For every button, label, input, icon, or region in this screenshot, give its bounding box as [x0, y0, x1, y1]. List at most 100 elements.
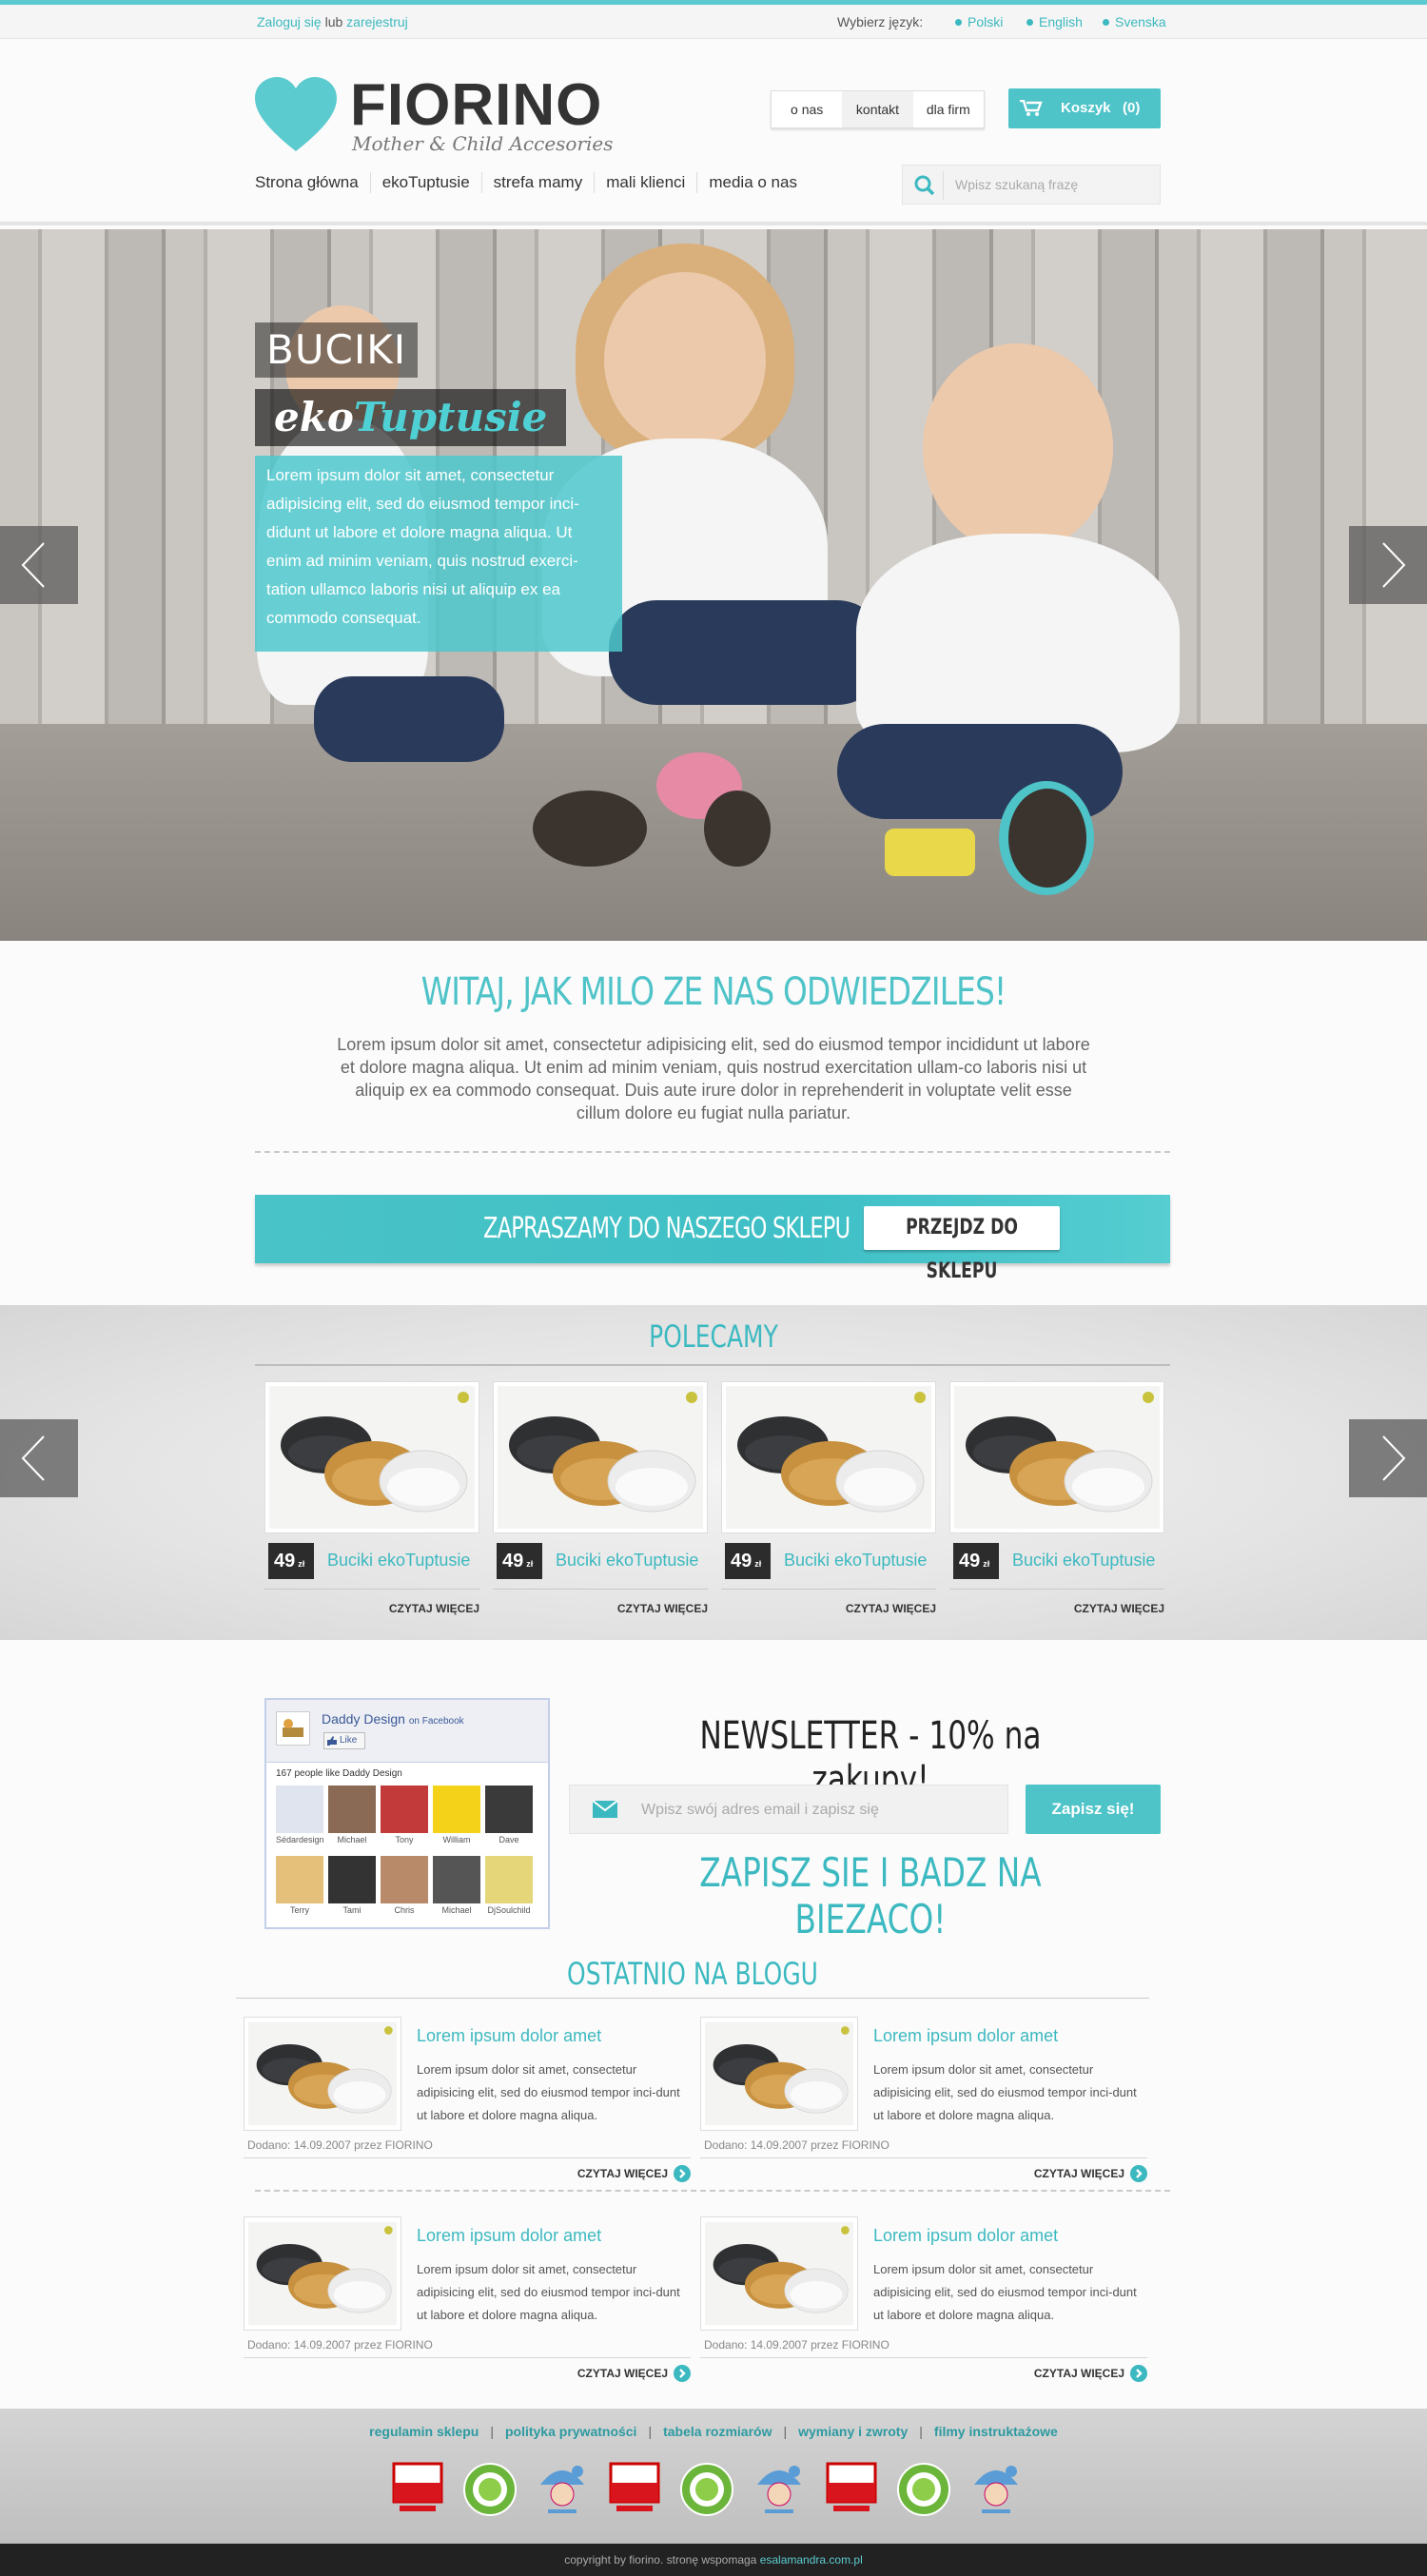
fan-avatar[interactable] — [485, 1856, 533, 1903]
products-next-arrow[interactable] — [1349, 1419, 1427, 1497]
product-image[interactable] — [721, 1381, 936, 1533]
link-kontakt[interactable]: kontakt — [842, 91, 913, 127]
product-name[interactable]: Buciki ekoTuptusie — [784, 1551, 927, 1571]
eco-certificate-badge-icon[interactable] — [462, 2462, 518, 2517]
search-divider — [943, 171, 944, 200]
blog-post-divider — [700, 2157, 1147, 2158]
shoes-image — [498, 1386, 703, 1529]
nav-media-o-nas[interactable]: media o nas — [696, 172, 809, 193]
go-to-shop-button[interactable]: PRZEJDZ DO SKLEPU — [864, 1206, 1060, 1283]
fan-avatar[interactable] — [381, 1786, 428, 1833]
hero-next-arrow[interactable] — [1349, 526, 1427, 604]
blog-post-title[interactable]: Lorem ipsum dolor amet — [417, 2226, 601, 2246]
read-more-link[interactable]: CZYTAJ WIĘCEJ — [846, 1602, 936, 1615]
blog-post-title[interactable]: Lorem ipsum dolor amet — [873, 2226, 1058, 2246]
nav-mali-klienci[interactable]: mali klienci — [594, 172, 696, 193]
nav-strefa-mamy[interactable]: strefa mamy — [480, 172, 595, 193]
facebook-fan[interactable]: William — [433, 1786, 480, 1844]
facebook-page-name[interactable]: Daddy Design on Facebook — [322, 1711, 464, 1727]
products-prev-arrow[interactable] — [0, 1419, 78, 1497]
facebook-fan[interactable]: Tami — [328, 1856, 376, 1915]
search-icon[interactable] — [914, 175, 935, 196]
nav-strona-glowna[interactable]: Strona główna — [255, 172, 370, 193]
safe-for-child-badge-icon[interactable] — [535, 2462, 590, 2517]
teraz-polska-badge-icon[interactable] — [607, 2462, 662, 2517]
newsletter-email-input[interactable]: Wpisz swój adres email i zapisz się — [569, 1785, 1008, 1834]
blog-post-image[interactable] — [700, 2216, 858, 2331]
footer-link-filmy[interactable]: filmy instruktażowe — [934, 2424, 1058, 2439]
daddy-design-logo[interactable] — [276, 1711, 310, 1746]
facebook-fan[interactable]: Tony — [381, 1786, 428, 1844]
facebook-fan[interactable]: Michael — [433, 1856, 480, 1915]
product-card[interactable]: 49 zł Buciki ekoTuptusie CZYTAJ WIĘCEJ — [721, 1381, 936, 1619]
recommended-section: POLECAMY — [0, 1305, 1427, 1640]
blog-post-image[interactable] — [244, 2216, 401, 2331]
fan-avatar[interactable] — [381, 1856, 428, 1903]
fan-avatar[interactable] — [276, 1856, 323, 1903]
subscribe-button[interactable]: Zapisz się! — [1026, 1785, 1161, 1834]
language-english[interactable]: English — [1026, 14, 1083, 29]
footer-link-regulamin[interactable]: regulamin sklepu — [369, 2424, 479, 2439]
hero-prev-arrow[interactable] — [0, 526, 78, 604]
copyright-link[interactable]: esalamandra.com.pl — [760, 2553, 863, 2566]
facebook-fan[interactable]: Terry — [276, 1856, 323, 1915]
footer-link-wymiany[interactable]: wymiany i zwroty — [798, 2424, 908, 2439]
fan-avatar[interactable] — [485, 1786, 533, 1833]
fan-avatar[interactable] — [433, 1786, 480, 1833]
safe-for-child-badge-icon[interactable] — [752, 2462, 807, 2517]
link-o-nas[interactable]: o nas — [772, 91, 842, 127]
language-polski[interactable]: Polski — [955, 14, 1003, 29]
footer-link-polityka[interactable]: polityka prywatności — [505, 2424, 636, 2439]
nav-ekotuptusie[interactable]: ekoTuptusie — [369, 172, 481, 193]
eco-certificate-badge-icon[interactable] — [679, 2462, 734, 2517]
fb-page-title[interactable]: Daddy Design — [322, 1711, 405, 1727]
safe-for-child-badge-icon[interactable] — [968, 2462, 1024, 2517]
blog-post-image[interactable] — [700, 2017, 858, 2131]
language-svenska[interactable]: Svenska — [1103, 14, 1166, 29]
product-card[interactable]: 49 zł Buciki ekoTuptusie CZYTAJ WIĘCEJ — [949, 1381, 1164, 1619]
brand-name[interactable]: FIORINO — [350, 75, 602, 136]
blog-post-title[interactable]: Lorem ipsum dolor amet — [417, 2026, 601, 2046]
product-image[interactable] — [264, 1381, 479, 1533]
teraz-polska-badge-icon[interactable] — [824, 2462, 879, 2517]
facebook-fan[interactable]: Dave — [485, 1786, 533, 1844]
product-image[interactable] — [949, 1381, 1164, 1533]
facebook-fan[interactable]: Michael — [328, 1786, 376, 1844]
blog-read-more[interactable]: CZYTAJ WIĘCEJ — [1034, 2165, 1147, 2182]
product-divider — [721, 1589, 936, 1590]
facebook-fan[interactable]: Chris — [381, 1856, 428, 1915]
heart-logo-icon[interactable] — [255, 77, 337, 153]
go-to-shop-label: PRZEJDZ DO SKLEPU — [906, 1216, 1018, 1283]
chevron-right-icon — [1382, 1435, 1406, 1481]
read-more-link[interactable]: CZYTAJ WIĘCEJ — [1074, 1602, 1164, 1615]
blog-read-more[interactable]: CZYTAJ WIĘCEJ — [1034, 2365, 1147, 2382]
teraz-polska-badge-icon[interactable] — [390, 2462, 445, 2517]
product-name[interactable]: Buciki ekoTuptusie — [327, 1551, 470, 1571]
blog-post-image[interactable] — [244, 2017, 401, 2131]
blog-read-more[interactable]: CZYTAJ WIĘCEJ — [577, 2365, 691, 2382]
register-link[interactable]: zarejestruj — [346, 14, 408, 29]
eco-certificate-badge-icon[interactable] — [896, 2462, 951, 2517]
product-card[interactable]: 49 zł Buciki ekoTuptusie CZYTAJ WIĘCEJ — [493, 1381, 708, 1619]
read-more-link[interactable]: CZYTAJ WIĘCEJ — [617, 1602, 708, 1615]
search-input[interactable]: Wpisz szukaną frazę — [955, 177, 1078, 192]
product-image[interactable] — [493, 1381, 708, 1533]
fan-avatar[interactable] — [328, 1786, 376, 1833]
read-more-link[interactable]: CZYTAJ WIĘCEJ — [389, 1602, 479, 1615]
fan-avatar[interactable] — [328, 1856, 376, 1903]
product-name[interactable]: Buciki ekoTuptusie — [1012, 1551, 1155, 1571]
product-name[interactable]: Buciki ekoTuptusie — [556, 1551, 698, 1571]
search-box[interactable]: Wpisz szukaną frazę — [902, 165, 1161, 205]
facebook-fan[interactable]: DjSoulchild — [485, 1856, 533, 1915]
link-dla-firm[interactable]: dla firm — [913, 91, 984, 127]
login-link[interactable]: Zaloguj się — [257, 14, 322, 29]
product-card[interactable]: 49 zł Buciki ekoTuptusie CZYTAJ WIĘCEJ — [264, 1381, 479, 1619]
facebook-fan[interactable]: Sédardesign — [276, 1786, 323, 1844]
footer-link-tabela[interactable]: tabela rozmiarów — [663, 2424, 772, 2439]
fan-avatar[interactable] — [433, 1856, 480, 1903]
cart-button[interactable]: Koszyk (0) — [1008, 88, 1161, 128]
blog-post-title[interactable]: Lorem ipsum dolor amet — [873, 2026, 1058, 2046]
facebook-like-button[interactable]: Like — [323, 1732, 365, 1749]
fan-avatar[interactable] — [276, 1786, 323, 1833]
blog-read-more[interactable]: CZYTAJ WIĘCEJ — [577, 2165, 691, 2182]
